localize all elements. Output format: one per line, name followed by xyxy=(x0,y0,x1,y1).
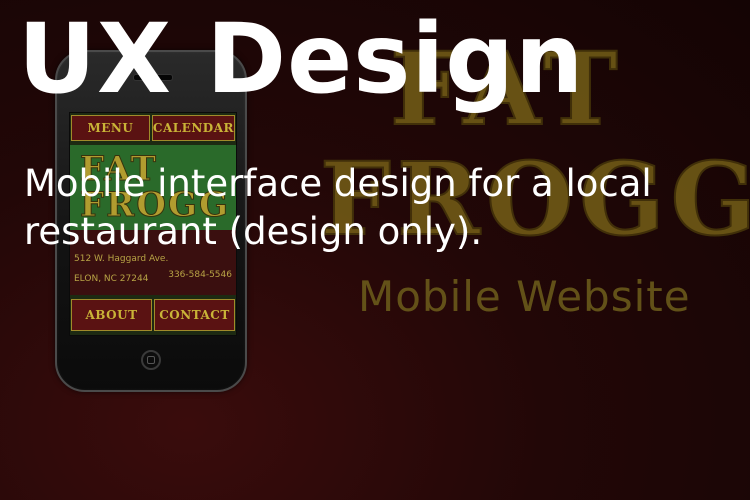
screen-tab-menu: MENU xyxy=(71,115,150,141)
project-title: UX Design xyxy=(18,3,585,115)
background-logo-subtitle: Mobile Website xyxy=(358,272,691,321)
screen-phone-number: 336-584-5546 xyxy=(168,270,232,280)
thumbnail-card[interactable]: FAT FROGG Mobile Website MENU CALENDAR F… xyxy=(0,0,750,500)
project-description: Mobile interface design for a local rest… xyxy=(24,162,652,253)
screen-tab-contact: CONTACT xyxy=(154,299,235,331)
phone-screen-bottom-tabs: ABOUT CONTACT xyxy=(70,297,236,333)
screen-tab-about: ABOUT xyxy=(71,299,152,331)
home-button-icon xyxy=(141,350,161,370)
screen-tab-calendar: CALENDAR xyxy=(151,115,235,141)
screen-address-city: ELON, NC 27244 xyxy=(74,274,149,284)
